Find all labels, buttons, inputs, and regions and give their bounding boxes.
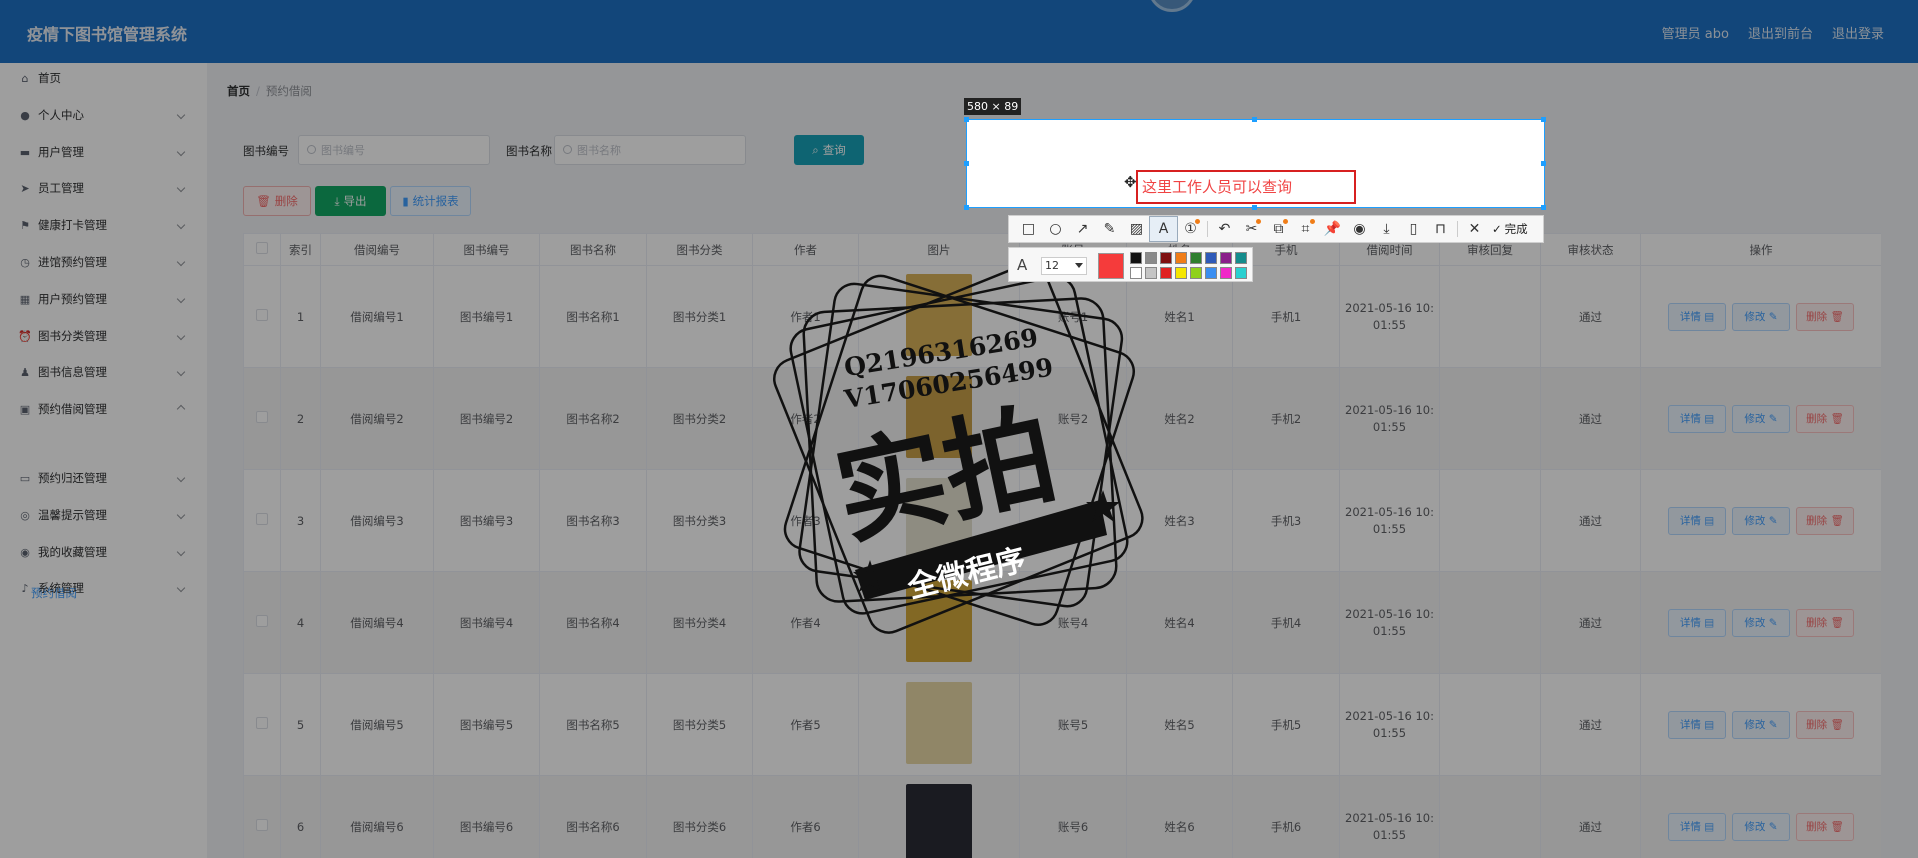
color-swatch[interactable] [1130, 252, 1142, 264]
color-swatch[interactable] [1145, 252, 1157, 264]
screenshot-dim-overlay [0, 0, 1918, 858]
record-icon[interactable]: ◉ [1346, 217, 1373, 241]
check-icon: ✓ [1492, 222, 1502, 236]
ocr-tool-icon[interactable]: ⧉ [1265, 217, 1292, 241]
resize-handle[interactable] [1252, 117, 1257, 122]
resize-handle[interactable] [1252, 205, 1257, 210]
pin-icon[interactable]: 📌 [1319, 217, 1346, 241]
resize-handle[interactable] [1541, 117, 1546, 122]
resize-handle[interactable] [1541, 205, 1546, 210]
ellipse-tool-icon[interactable]: ○ [1042, 217, 1069, 241]
arrow-tool-icon[interactable]: ↗ [1069, 217, 1096, 241]
color-swatch[interactable] [1220, 267, 1232, 279]
bookmark-icon[interactable]: ⊓ [1427, 217, 1454, 241]
color-swatch[interactable] [1145, 267, 1157, 279]
chevron-down-icon [1075, 263, 1083, 268]
color-swatch[interactable] [1235, 267, 1247, 279]
resize-handle[interactable] [964, 205, 969, 210]
text-tool-icon[interactable]: A [1149, 216, 1178, 242]
text-style-bar: A 12 [1008, 247, 1253, 282]
color-swatch[interactable] [1205, 252, 1217, 264]
cut-tool-icon[interactable]: ✂ [1238, 217, 1265, 241]
font-size-value: 12 [1045, 259, 1059, 272]
current-color-swatch[interactable] [1098, 253, 1124, 279]
screenshot-toolbar: □ ○ ↗ ✎ ▨ A ① ↶ ✂ ⧉ ⌗ 📌 ◉ ⤓ ▯ ⊓ ✕ ✓ 完成 [1008, 215, 1544, 243]
selection-size-label: 580 × 89 [964, 98, 1022, 115]
font-size-select[interactable]: 12 [1041, 257, 1087, 275]
resize-handle[interactable] [1541, 161, 1546, 166]
resize-handle[interactable] [964, 117, 969, 122]
undo-icon[interactable]: ↶ [1211, 217, 1238, 241]
pen-tool-icon[interactable]: ✎ [1096, 217, 1123, 241]
scan-tool-icon[interactable]: ⌗ [1292, 217, 1319, 241]
color-swatch[interactable] [1175, 252, 1187, 264]
move-cursor-icon: ✥ [1124, 173, 1137, 191]
annotation-text-input[interactable]: 这里工作人员可以查询 [1136, 170, 1356, 204]
color-swatch[interactable] [1220, 252, 1232, 264]
close-icon[interactable]: ✕ [1461, 217, 1488, 241]
done-button[interactable]: ✓ 完成 [1492, 221, 1528, 237]
mosaic-tool-icon[interactable]: ▨ [1123, 217, 1150, 241]
color-palette [1130, 252, 1247, 279]
color-swatch[interactable] [1190, 252, 1202, 264]
done-label: 完成 [1504, 222, 1528, 236]
color-swatch[interactable] [1205, 267, 1217, 279]
rectangle-tool-icon[interactable]: □ [1015, 217, 1042, 241]
color-swatch[interactable] [1190, 267, 1202, 279]
number-tool-icon[interactable]: ① [1177, 217, 1204, 241]
color-swatch[interactable] [1160, 267, 1172, 279]
color-swatch[interactable] [1235, 252, 1247, 264]
download-icon[interactable]: ⤓ [1373, 217, 1400, 241]
color-swatch[interactable] [1130, 267, 1142, 279]
color-swatch[interactable] [1160, 252, 1172, 264]
resize-handle[interactable] [964, 161, 969, 166]
font-icon: A [1017, 256, 1028, 274]
color-swatch[interactable] [1175, 267, 1187, 279]
phone-icon[interactable]: ▯ [1400, 217, 1427, 241]
